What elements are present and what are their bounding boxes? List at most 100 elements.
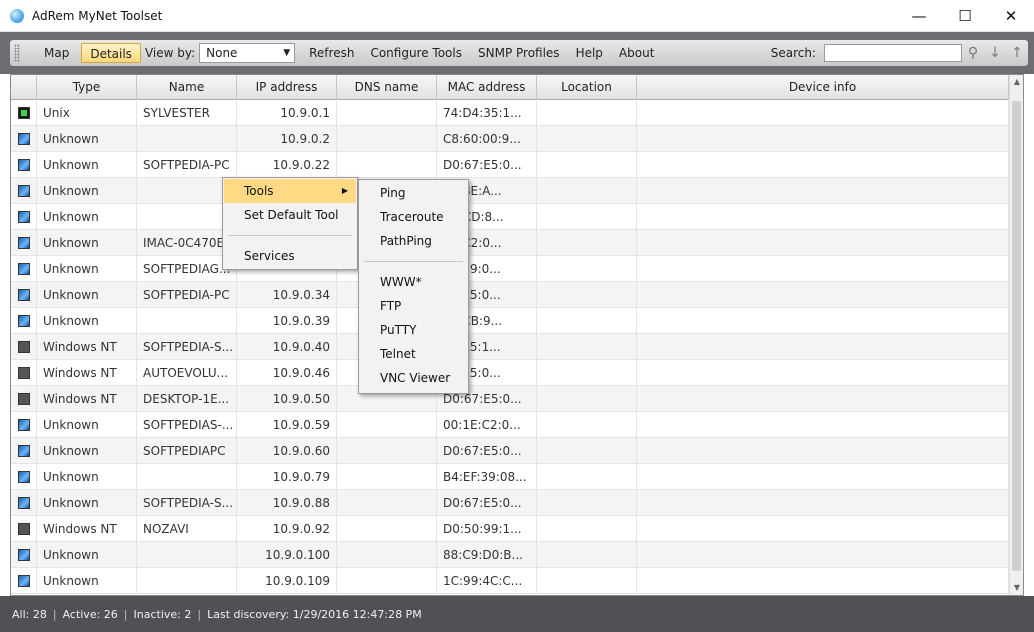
unknown-device-icon	[17, 419, 30, 431]
table-row[interactable]: Unknown SOFTPEDIA-PC 10.9.0.22 D0:67:E5:0..…	[11, 152, 1009, 178]
table-row[interactable]: Unknown 22:BE:A...	[11, 178, 1009, 204]
row-location	[537, 464, 637, 490]
row-dns-name	[337, 490, 437, 516]
row-device-info	[637, 438, 1009, 464]
table-row[interactable]: Unknown 10.9.0.39 16:CB:9...	[11, 308, 1009, 334]
table-row[interactable]: Unknown IMAC-0C470E 1E:C2:0...	[11, 230, 1009, 256]
row-ip-address: 10.9.0.46	[237, 360, 337, 386]
table-row[interactable]: Windows NTDESKTOP-1E...10.9.0.50D0:67:E5…	[11, 386, 1009, 412]
row-device-info	[637, 152, 1009, 178]
unknown-device-icon	[17, 575, 30, 587]
submenu-item-putty[interactable]: PuTTY	[360, 318, 467, 342]
table-row[interactable]: Unknown 10.9.0.109 1C:99:4C:C...	[11, 568, 1009, 594]
row-location	[537, 438, 637, 464]
submenu-item-telnet[interactable]: Telnet	[360, 342, 467, 366]
row-device-icon-cell	[11, 308, 37, 334]
table-row[interactable]: Windows NTNOZAVI10.9.0.92 D0:50:99:1...	[11, 516, 1009, 542]
table-row[interactable]: Unknown EB:CD:8...	[11, 204, 1009, 230]
status-separator: |	[123, 607, 128, 621]
menu-item-tools[interactable]: Tools ▶	[224, 179, 356, 203]
scroll-up-icon[interactable]: ▲	[1010, 75, 1023, 89]
details-button[interactable]: Details	[81, 43, 141, 63]
table-row[interactable]: Unknown SOFTPEDIAG... 50:99:0...	[11, 256, 1009, 282]
row-name: SYLVESTER	[137, 100, 237, 126]
submenu-item-ftp[interactable]: FTP	[360, 294, 467, 318]
configure-tools-button[interactable]: Configure Tools	[362, 43, 470, 63]
map-button[interactable]: Map	[36, 43, 77, 63]
row-device-info	[637, 490, 1009, 516]
row-ip-address: 10.9.0.109	[237, 568, 337, 594]
row-name	[137, 308, 237, 334]
maximize-icon[interactable]: ☐	[942, 0, 988, 32]
submenu-item-www[interactable]: WWW*	[360, 270, 467, 294]
search-label: Search:	[770, 46, 816, 60]
help-button[interactable]: Help	[568, 43, 611, 63]
table-row[interactable]: Windows NTSOFTPEDIA-S...10.9.0.4067:E5:1…	[11, 334, 1009, 360]
table-row[interactable]: Unknown SOFTPEDIAS-... 10.9.0.59 00:1E:C2:0…	[11, 412, 1009, 438]
table-row[interactable]: Unknown SOFTPEDIA-S... 10.9.0.88 D0:67:E5:0…	[11, 490, 1009, 516]
vertical-scrollbar[interactable]: ▲ ▼	[1009, 75, 1023, 595]
header-icon-column[interactable]	[11, 75, 37, 100]
row-location	[537, 386, 637, 412]
submenu-item-pathping[interactable]: PathPing	[360, 229, 467, 253]
table-row[interactable]: Unknown 10.9.0.2 C8:60:00:9...	[11, 126, 1009, 152]
row-location	[537, 126, 637, 152]
row-device-info	[637, 230, 1009, 256]
row-type: Unknown	[37, 438, 137, 464]
header-ip-address[interactable]: IP address	[237, 75, 337, 100]
about-button[interactable]: About	[611, 43, 662, 63]
header-device-info[interactable]: Device info	[637, 75, 1009, 100]
submenu-item-vnc-viewer[interactable]: VNC Viewer	[360, 366, 467, 390]
unknown-device-icon	[17, 185, 30, 197]
table-row[interactable]: Unix SYLVESTER 10.9.0.1 74:D4:35:1...	[11, 100, 1009, 126]
row-mac-address: D0:67:E5:0...	[437, 438, 537, 464]
row-device-info	[637, 360, 1009, 386]
scrollbar-thumb[interactable]	[1012, 101, 1021, 571]
snmp-profiles-button[interactable]: SNMP Profiles	[470, 43, 568, 63]
scroll-down-icon[interactable]: ▼	[1010, 581, 1023, 595]
unknown-device-icon	[17, 497, 30, 509]
refresh-button[interactable]: Refresh	[301, 43, 362, 63]
windows-nt-icon	[17, 386, 30, 405]
arrow-up-icon[interactable]: ↑	[1006, 43, 1028, 63]
search-icon[interactable]: ⚲	[962, 43, 984, 63]
row-location	[537, 542, 637, 568]
row-name: SOFTPEDIA-S...	[137, 490, 237, 516]
submenu-item-ping[interactable]: Ping	[360, 181, 467, 205]
unknown-device-icon	[17, 445, 30, 457]
header-location[interactable]: Location	[537, 75, 637, 100]
menu-item-services[interactable]: Services	[224, 244, 356, 268]
view-by-select[interactable]: None ▼	[199, 43, 296, 63]
table-row[interactable]: Unknown SOFTPEDIA-PC 10.9.0.34 67:E5:0...	[11, 282, 1009, 308]
row-dns-name	[337, 438, 437, 464]
unix-icon	[17, 107, 30, 119]
header-name[interactable]: Name	[137, 75, 237, 100]
row-device-icon-cell	[11, 386, 37, 412]
status-bar: All: 28 | Active: 26 | Inactive: 2 | Las…	[0, 596, 1034, 632]
row-location	[537, 412, 637, 438]
header-type[interactable]: Type	[37, 75, 137, 100]
row-device-info	[637, 308, 1009, 334]
table-row[interactable]: Unknown 10.9.0.79 B4:EF:39:08...	[11, 464, 1009, 490]
header-dns-name[interactable]: DNS name	[337, 75, 437, 100]
table-row[interactable]: Windows NTAUTOEVOLU...10.9.0.4667:E5:0..…	[11, 360, 1009, 386]
minimize-icon[interactable]: —	[896, 0, 942, 32]
toolbar-grip-icon[interactable]	[14, 44, 20, 62]
row-device-info	[637, 542, 1009, 568]
row-mac-address: 1C:99:4C:C...	[437, 568, 537, 594]
submenu-item-traceroute[interactable]: Traceroute	[360, 205, 467, 229]
row-type: Windows NT	[37, 360, 137, 386]
table-row[interactable]: Unknown 10.9.0.100 88:C9:D0:B...	[11, 542, 1009, 568]
row-mac-address: B4:EF:39:08...	[437, 464, 537, 490]
table-row[interactable]: Unknown SOFTPEDIAPC 10.9.0.60 D0:67:E5:0...	[11, 438, 1009, 464]
row-device-icon-cell	[11, 204, 37, 230]
window-controls: — ☐ ✕	[896, 0, 1034, 32]
menu-item-set-default-tool[interactable]: Set Default Tool	[224, 203, 356, 227]
unknown-device-icon	[17, 315, 30, 327]
header-mac-address[interactable]: MAC address	[437, 75, 537, 100]
windows-nt-icon	[17, 360, 30, 379]
row-ip-address: 10.9.0.1	[237, 100, 337, 126]
search-input[interactable]	[824, 44, 962, 62]
close-icon[interactable]: ✕	[988, 0, 1034, 32]
arrow-down-icon[interactable]: ↓	[984, 43, 1006, 63]
